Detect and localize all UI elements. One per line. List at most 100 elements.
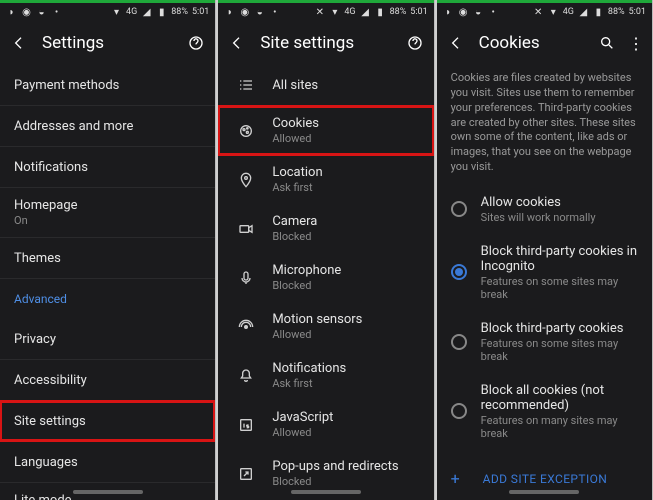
wifi-icon: ▾	[548, 7, 559, 18]
option-label: Block all cookies (not recommended)	[481, 383, 638, 413]
battery-icon: ▮	[156, 7, 167, 18]
site-setting-motion-sensors[interactable]: Motion sensorsAllowed	[218, 302, 433, 351]
item-label: JavaScript	[272, 410, 333, 425]
dot-icon: •	[51, 7, 62, 18]
settings-item-advanced: Advanced	[0, 279, 215, 319]
option-label: Allow cookies	[481, 195, 596, 210]
popup-icon	[232, 466, 260, 482]
app-bar: Site settings	[218, 21, 433, 65]
settings-item-accessibility[interactable]: Accessibility	[0, 360, 215, 400]
mic-icon	[232, 270, 260, 286]
cookie-icon	[232, 123, 260, 139]
help-icon[interactable]	[187, 34, 205, 52]
settings-item-addresses-and-more[interactable]: Addresses and more	[0, 106, 215, 146]
item-sublabel: Blocked	[272, 475, 398, 488]
status-bar: ◗ ◉ ◒ • ✕ ▾ 4G ◢ ▮ 88% 5:01	[437, 3, 652, 21]
back-icon[interactable]	[447, 34, 465, 52]
cookie-option-0[interactable]: Allow cookiesSites will work normally	[437, 185, 652, 234]
signal-icon: ◢	[360, 7, 371, 18]
wifi-icon: ▾	[329, 7, 340, 18]
battery-pct: 88%	[608, 7, 625, 17]
site-setting-cookies[interactable]: CookiesAllowed	[218, 106, 433, 155]
site-setting-javascript[interactable]: JavaScriptAllowed	[218, 400, 433, 449]
item-label: Homepage	[14, 198, 78, 213]
camera-icon	[232, 221, 260, 237]
item-label: Advanced	[14, 292, 67, 306]
item-label: Payment methods	[14, 78, 119, 93]
clock: 5:01	[192, 7, 209, 17]
item-label: Languages	[14, 455, 78, 470]
site-setting-camera[interactable]: CameraBlocked	[218, 204, 433, 253]
pin-icon	[232, 172, 260, 188]
dot-icon: •	[269, 7, 280, 18]
search-icon[interactable]	[598, 34, 616, 52]
item-label: Camera	[272, 214, 317, 229]
item-sublabel: Allowed	[272, 132, 319, 145]
settings-item-themes[interactable]: Themes	[0, 238, 215, 278]
msg-icon: ◒	[473, 7, 484, 18]
bell-icon	[232, 368, 260, 384]
site-setting-location[interactable]: LocationAsk first	[218, 155, 433, 204]
site-settings-screen: ◗ ◉ ◒ • ✕ ▾ 4G ◢ ▮ 88% 5:01 Site setting…	[218, 0, 434, 500]
settings-item-privacy[interactable]: Privacy	[0, 319, 215, 359]
option-sublabel: Features on some sites may break	[481, 337, 638, 363]
more-icon[interactable]: ⋮	[630, 34, 642, 52]
network-label: 4G	[126, 7, 137, 17]
site-setting-microphone[interactable]: MicrophoneBlocked	[218, 253, 433, 302]
home-indicator[interactable]	[73, 490, 143, 494]
cookies-screen: ◗ ◉ ◒ • ✕ ▾ 4G ◢ ▮ 88% 5:01 Cookies ⋮ Co…	[437, 0, 653, 500]
network-label: 4G	[344, 7, 355, 17]
signal-icon: ◢	[141, 7, 152, 18]
app-bar: Cookies ⋮	[437, 21, 652, 65]
cookie-option-1[interactable]: Block third-party cookies in IncognitoFe…	[437, 234, 652, 311]
clock: 5:01	[629, 7, 646, 17]
moon-icon: ◗	[224, 7, 235, 18]
home-indicator[interactable]	[291, 490, 361, 494]
settings-item-site-settings[interactable]: Site settings	[0, 401, 215, 441]
moon-icon: ◗	[6, 7, 17, 18]
battery-pct: 88%	[171, 7, 188, 17]
back-icon[interactable]	[228, 34, 246, 52]
page-title: Cookies	[479, 33, 584, 53]
item-label: Location	[272, 165, 322, 180]
msg-icon: ◒	[254, 7, 265, 18]
msg-icon: ◒	[36, 7, 47, 18]
settings-list: Payment methods Addresses and moreNotific…	[0, 65, 215, 500]
battery-pct: 88%	[390, 7, 407, 17]
settings-item-payment-methods[interactable]: Payment methods	[0, 65, 215, 105]
cookies-options: Allow cookiesSites will work normallyBlo…	[437, 185, 652, 457]
home-indicator[interactable]	[509, 490, 579, 494]
cookie-option-3[interactable]: Block all cookies (not recommended)Featu…	[437, 373, 652, 450]
site-setting-notifications[interactable]: NotificationsAsk first	[218, 351, 433, 400]
item-label: Microphone	[272, 263, 341, 278]
back-icon[interactable]	[10, 34, 28, 52]
page-title: Site settings	[260, 33, 391, 53]
item-sublabel: Blocked	[272, 279, 341, 292]
battery-icon: ▮	[375, 7, 386, 18]
mute-icon: ✕	[314, 7, 325, 18]
radio-button[interactable]	[451, 264, 467, 280]
radio-button[interactable]	[451, 201, 467, 217]
status-bar: ◗ ◉ ◒ • ✕ ▾ 4G ◢ ▮ 88% 5:01	[218, 3, 433, 21]
plus-icon: +	[451, 469, 473, 488]
option-sublabel: Sites will work normally	[481, 211, 596, 224]
cookie-option-2[interactable]: Block third-party cookiesFeatures on som…	[437, 311, 652, 373]
settings-item-homepage[interactable]: HomepageOn	[0, 188, 215, 237]
list-icon	[232, 77, 260, 93]
sync-icon: ◉	[21, 7, 32, 18]
sync-icon: ◉	[239, 7, 250, 18]
site-setting-all-sites[interactable]: All sites	[218, 65, 433, 105]
item-sublabel: On	[14, 214, 78, 227]
settings-item-notifications[interactable]: Notifications	[0, 147, 215, 187]
mute-icon: ✕	[533, 7, 544, 18]
item-label: Site settings	[14, 414, 86, 429]
help-icon[interactable]	[406, 34, 424, 52]
settings-item-languages[interactable]: Languages	[0, 442, 215, 482]
radio-button[interactable]	[451, 334, 467, 350]
item-label: Cookies	[272, 116, 319, 131]
wifi-icon: ▾	[111, 7, 122, 18]
option-sublabel: Features on many sites may break	[481, 414, 638, 440]
radio-button[interactable]	[451, 403, 467, 419]
add-exception-label: ADD SITE EXCEPTION	[483, 472, 608, 486]
item-label: Motion sensors	[272, 312, 362, 327]
